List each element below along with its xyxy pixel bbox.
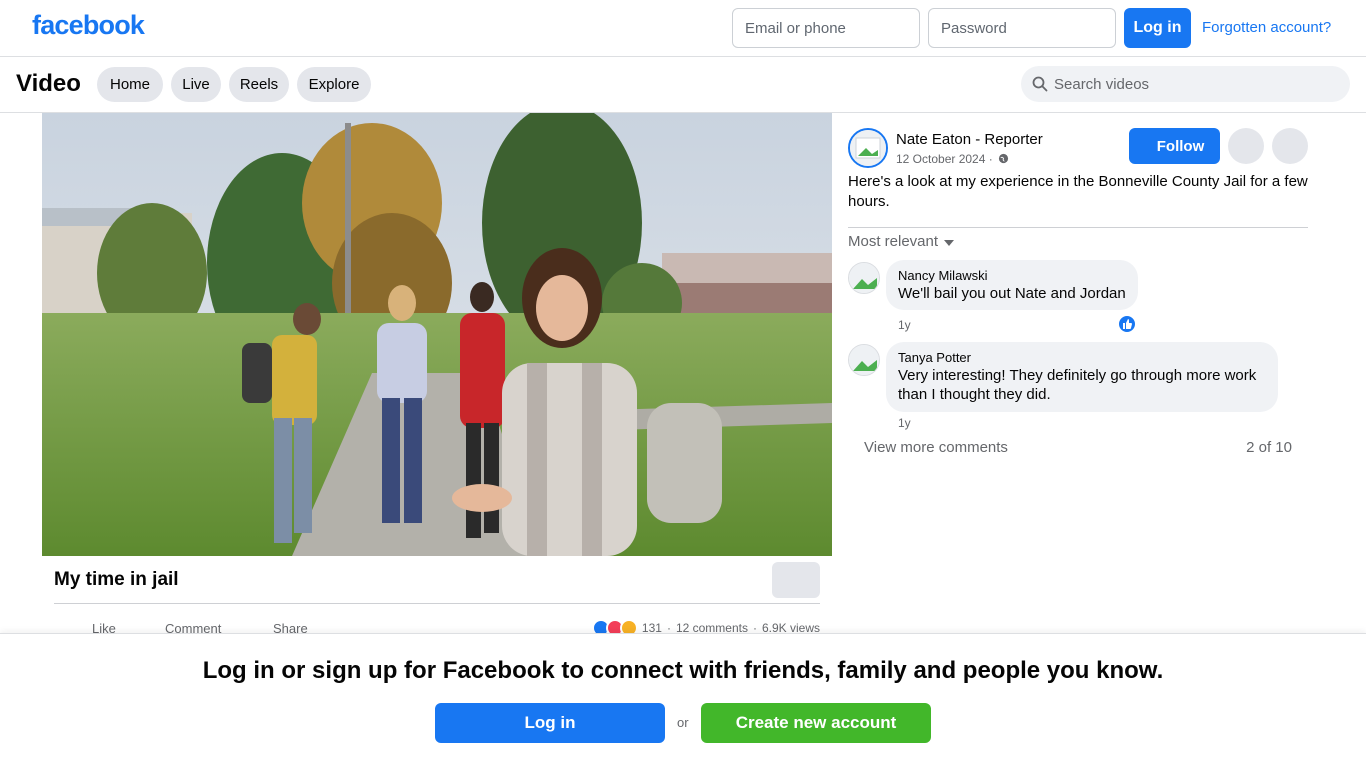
- globe-icon: [998, 153, 1009, 164]
- forgotten-account-link[interactable]: Forgotten account?: [1202, 19, 1331, 36]
- banner-login-button[interactable]: Log in: [435, 703, 665, 743]
- page-title: Video: [16, 70, 81, 97]
- email-field[interactable]: [732, 8, 920, 48]
- password-field[interactable]: [928, 8, 1116, 48]
- commenter-avatar[interactable]: [848, 344, 880, 376]
- post-caption: Here's a look at my experience in the Bo…: [848, 173, 1308, 210]
- search-icon: [1032, 76, 1048, 92]
- video-title: My time in jail: [54, 569, 179, 590]
- comment-text: We'll bail you out Nate and Jordan: [898, 285, 1126, 302]
- view-more-comments-link[interactable]: View more comments: [864, 439, 1008, 456]
- video-nav-bar: Video Home Live Reels Explore: [0, 57, 1366, 113]
- divider: [848, 227, 1308, 228]
- top-bar: facebook Log in Forgotten account?: [0, 0, 1366, 57]
- comment-time[interactable]: 1y: [898, 318, 911, 332]
- banner-text: Log in or sign up for Facebook to connec…: [202, 657, 1164, 684]
- follow-button[interactable]: Follow: [1129, 128, 1220, 164]
- author-name[interactable]: Nate Eaton - Reporter: [896, 131, 1043, 148]
- search-input[interactable]: [1054, 75, 1334, 93]
- commenter-name[interactable]: Tanya Potter: [898, 350, 1266, 366]
- facebook-logo[interactable]: facebook: [32, 10, 145, 41]
- more-options-button[interactable]: [772, 562, 820, 598]
- comment-sort-dropdown[interactable]: Most relevant: [848, 233, 955, 250]
- commenter-avatar[interactable]: [848, 262, 880, 294]
- comment-like-icon: [1118, 315, 1136, 333]
- close-circle-button[interactable]: [1272, 128, 1308, 164]
- sort-label: Most relevant: [848, 233, 939, 250]
- login-banner: Log in or sign up for Facebook to connec…: [0, 633, 1366, 768]
- options-circle-button[interactable]: [1228, 128, 1264, 164]
- tab-live[interactable]: Live: [171, 67, 221, 102]
- comment-bubble: Nancy Milawski We'll bail you out Nate a…: [886, 260, 1138, 310]
- post-date-text[interactable]: 12 October 2024 ·: [896, 152, 993, 166]
- tab-explore[interactable]: Explore: [297, 67, 371, 102]
- author-avatar[interactable]: [848, 128, 888, 168]
- comment-time[interactable]: 1y: [898, 416, 911, 430]
- video-thumbnail: [42, 113, 832, 556]
- login-button[interactable]: Log in: [1124, 8, 1191, 48]
- comment-bubble: Tanya Potter Very interesting! They defi…: [886, 342, 1278, 412]
- video-player[interactable]: [42, 113, 832, 556]
- tab-home[interactable]: Home: [97, 67, 163, 102]
- comment-text: Very interesting! They definitely go thr…: [898, 367, 1257, 403]
- post-date: 12 October 2024 ·: [896, 152, 1009, 166]
- divider: [54, 603, 820, 604]
- tab-reels[interactable]: Reels: [229, 67, 289, 102]
- create-account-button[interactable]: Create new account: [701, 703, 931, 743]
- commenter-name[interactable]: Nancy Milawski: [898, 268, 1126, 284]
- search-box[interactable]: [1021, 66, 1350, 102]
- or-text: or: [677, 715, 689, 730]
- caret-down-icon: [944, 240, 955, 246]
- comment-count: 2 of 10: [1246, 439, 1292, 456]
